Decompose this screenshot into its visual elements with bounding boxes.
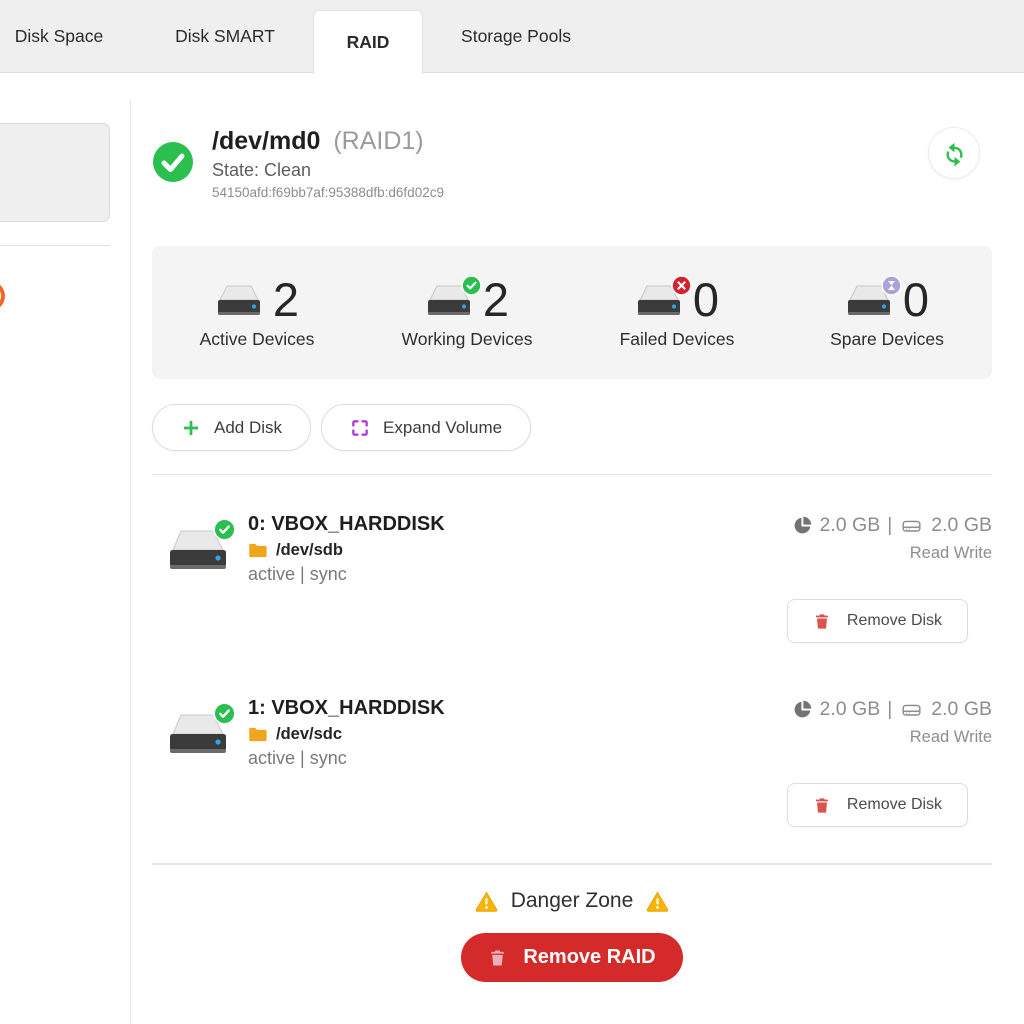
disk-drive-icon — [166, 712, 232, 758]
trash-icon — [813, 796, 831, 815]
disk-row: 1: VBOX_HARDDISK /dev/sdc active | sync — [152, 659, 992, 827]
disk-state: active | sync — [248, 748, 445, 769]
stat-value: 2 — [483, 276, 509, 323]
raid-title: /dev/md0 (RAID1) — [212, 125, 444, 157]
sidebar-divider — [0, 245, 110, 246]
remove-disk-label: Remove Disk — [847, 796, 942, 814]
disk-name: 1: VBOX_HARDDISK — [248, 694, 445, 722]
trash-icon — [813, 612, 831, 631]
disk-drive-icon — [166, 528, 232, 574]
disk-device-path: /dev/sdb — [276, 541, 343, 560]
tab-bar: Disk Space Disk SMART RAID Storage Pools — [0, 0, 1024, 73]
disk-name: 0: VBOX_HARDDISK — [248, 510, 445, 538]
hourglass-badge-icon — [881, 275, 902, 296]
check-badge-icon — [213, 518, 236, 541]
add-disk-label: Add Disk — [214, 418, 282, 438]
stat-value: 0 — [903, 276, 929, 323]
expand-volume-button[interactable]: Expand Volume — [321, 404, 531, 451]
disk-state: active | sync — [248, 564, 445, 585]
refresh-icon — [941, 140, 968, 167]
stat-label: Active Devices — [200, 329, 315, 350]
disk-access-mode: Read Write — [910, 544, 992, 563]
hdd-outline-icon — [899, 700, 924, 720]
raid-management-page: Disk Space Disk SMART RAID Storage Pools… — [0, 0, 1024, 1024]
raid-toolbar: Add Disk Expand Volume — [152, 404, 992, 451]
remove-raid-button[interactable]: Remove RAID — [461, 933, 683, 982]
disk-size-line: 2.0 GB | 2.0 GB — [792, 698, 992, 721]
check-badge-icon — [461, 275, 482, 296]
danger-zone-title: Danger Zone — [152, 889, 992, 913]
stat-label: Failed Devices — [620, 329, 735, 350]
orange-circle-partial — [0, 281, 5, 311]
stat-spare-devices: 0 Spare Devices — [782, 276, 992, 350]
danger-zone-label: Danger Zone — [511, 889, 634, 913]
remove-disk-button[interactable]: Remove Disk — [787, 599, 968, 643]
sidebar-content-divider — [130, 100, 131, 1024]
warning-icon — [474, 890, 499, 913]
disk-access-mode: Read Write — [910, 728, 992, 747]
folder-icon — [248, 542, 268, 559]
stat-value: 2 — [273, 276, 299, 323]
pie-chart-icon — [792, 699, 813, 720]
plus-icon — [181, 418, 201, 438]
disk-capacity: 2.0 GB — [931, 514, 992, 537]
warning-icon — [645, 890, 670, 913]
add-disk-button[interactable]: Add Disk — [152, 404, 311, 451]
drive-icon — [215, 285, 263, 319]
stat-failed-devices: 0 Failed Devices — [572, 276, 782, 350]
raid-uuid: 54150afd:f69bb7af:95388dfb:d6fd02c9 — [212, 185, 444, 200]
raid-level: (RAID1) — [333, 127, 423, 155]
pie-chart-icon — [792, 515, 813, 536]
expand-volume-label: Expand Volume — [383, 418, 502, 438]
device-stats-panel: 2 Active Devices — [152, 246, 992, 379]
stat-active-devices: 2 Active Devices — [152, 276, 362, 350]
hdd-outline-icon — [899, 516, 924, 536]
remove-raid-label: Remove RAID — [523, 946, 655, 969]
tab-disk-smart[interactable]: Disk SMART — [155, 0, 295, 73]
disk-device-path: /dev/sdc — [276, 725, 342, 744]
check-badge-icon — [213, 702, 236, 725]
sidebar-card-placeholder[interactable] — [0, 123, 110, 222]
size-separator: | — [887, 514, 892, 537]
check-circle-icon — [152, 141, 194, 183]
stat-label: Working Devices — [402, 329, 533, 350]
disk-capacity: 2.0 GB — [931, 698, 992, 721]
refresh-button[interactable] — [928, 127, 980, 179]
stat-label: Spare Devices — [830, 329, 944, 350]
danger-zone-divider — [152, 863, 992, 865]
drive-icon — [425, 285, 473, 319]
disk-row: 0: VBOX_HARDDISK /dev/sdb active | sync — [152, 475, 992, 643]
error-badge-icon — [671, 275, 692, 296]
tab-raid[interactable]: RAID — [313, 10, 423, 74]
expand-icon — [350, 418, 370, 438]
tab-disk-space[interactable]: Disk Space — [0, 0, 118, 73]
disk-size-line: 2.0 GB | 2.0 GB — [792, 514, 992, 537]
drive-icon — [635, 285, 683, 319]
raid-header: /dev/md0 (RAID1) State: Clean 54150afd:f… — [152, 125, 992, 200]
stat-value: 0 — [693, 276, 719, 323]
raid-state: State: Clean — [212, 160, 444, 181]
trash-icon — [488, 948, 507, 968]
drive-icon — [845, 285, 893, 319]
tab-storage-pools[interactable]: Storage Pools — [440, 0, 592, 73]
raid-detail-panel: /dev/md0 (RAID1) State: Clean 54150afd:f… — [152, 73, 992, 982]
folder-icon — [248, 726, 268, 743]
disk-used: 2.0 GB — [820, 514, 881, 537]
remove-disk-label: Remove Disk — [847, 612, 942, 630]
disk-used: 2.0 GB — [820, 698, 881, 721]
raid-device-name: /dev/md0 — [212, 127, 320, 155]
remove-disk-button[interactable]: Remove Disk — [787, 783, 968, 827]
stat-working-devices: 2 Working Devices — [362, 276, 572, 350]
size-separator: | — [887, 698, 892, 721]
